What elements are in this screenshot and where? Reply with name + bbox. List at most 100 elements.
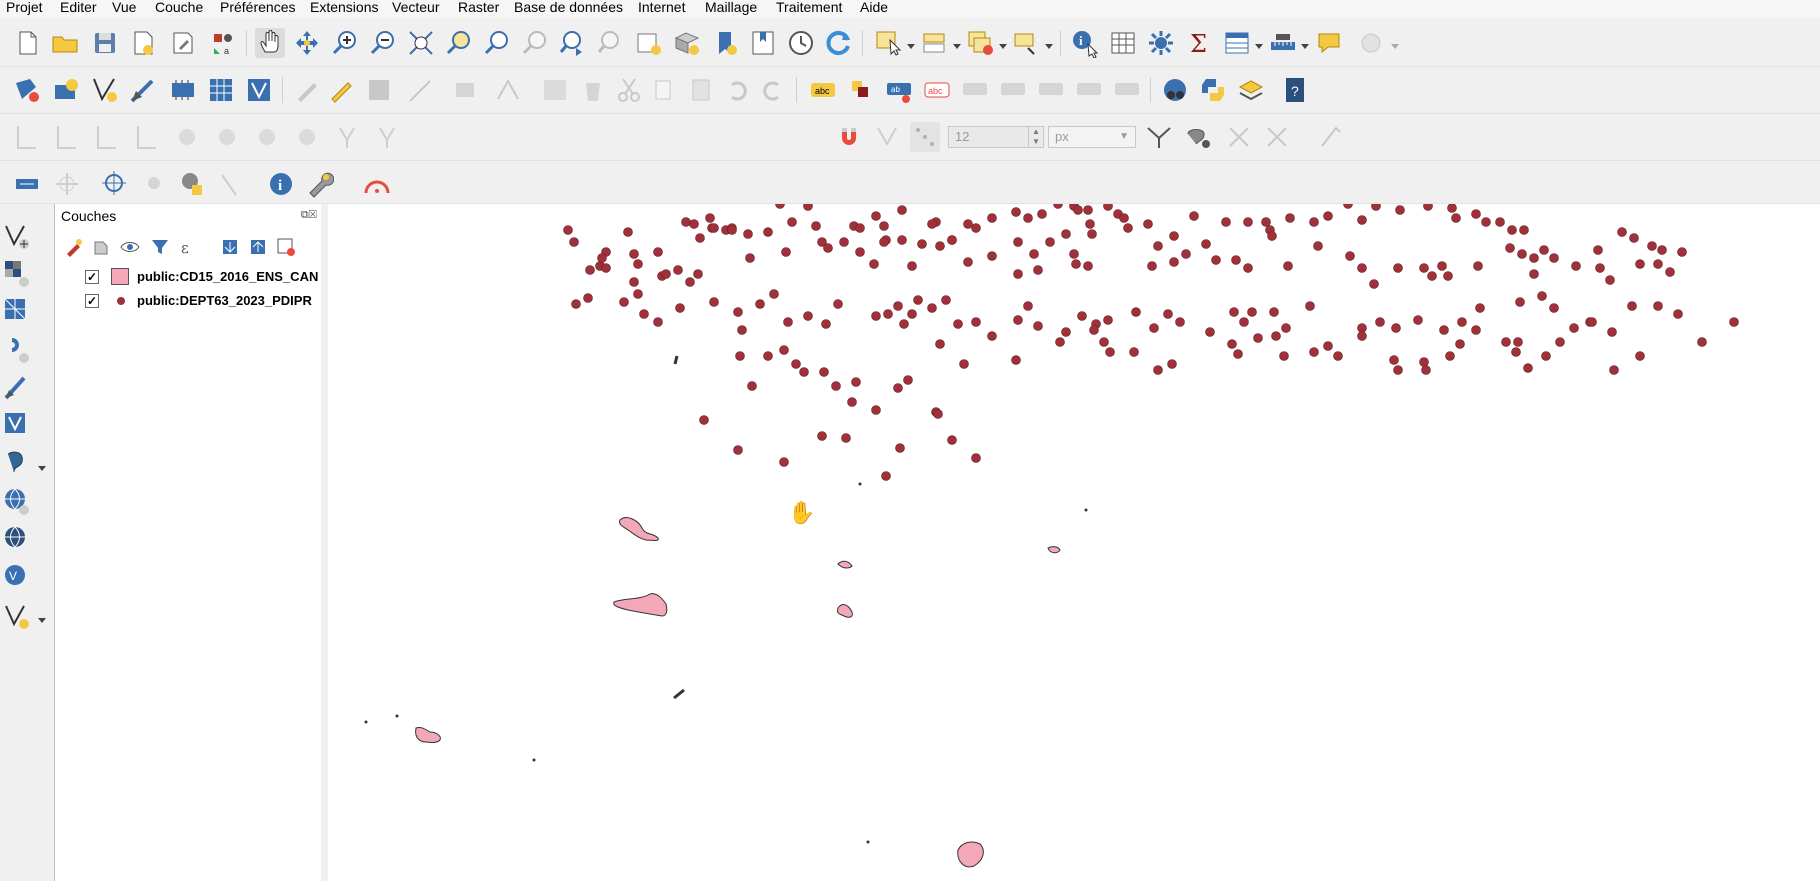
undo-icon[interactable] [722, 75, 752, 105]
point-feature[interactable] [831, 381, 841, 391]
style-panel-icon[interactable] [63, 236, 85, 258]
point-feature[interactable] [935, 241, 945, 251]
point-feature[interactable] [1153, 241, 1163, 251]
add-point-icon[interactable] [140, 169, 170, 199]
point-feature[interactable] [1419, 263, 1429, 273]
point-feature[interactable] [1323, 211, 1333, 221]
select-by-value-dropdown-icon[interactable] [952, 38, 962, 49]
point-feature[interactable] [791, 359, 801, 369]
open-attribute-table-icon[interactable] [1222, 28, 1252, 58]
point-feature[interactable] [1357, 323, 1367, 333]
point-feature[interactable] [1089, 325, 1099, 335]
point-feature[interactable] [847, 397, 857, 407]
advanced-digitize-6-icon[interactable] [212, 122, 242, 152]
open-project-icon[interactable] [50, 28, 80, 58]
zoom-native-icon[interactable] [520, 28, 550, 58]
point-feature[interactable] [1143, 219, 1153, 229]
zoom-to-selection-icon[interactable] [444, 28, 474, 58]
point-feature[interactable] [763, 227, 773, 237]
point-feature[interactable] [1221, 217, 1231, 227]
point-feature[interactable] [1167, 359, 1177, 369]
point-feature[interactable] [1229, 307, 1239, 317]
label-color-icon[interactable] [846, 75, 876, 105]
point-feature[interactable] [1123, 223, 1133, 233]
move-tool-icon[interactable] [12, 169, 42, 199]
refresh-icon[interactable] [824, 28, 854, 58]
point-feature[interactable] [1083, 205, 1093, 215]
filter-expression-icon[interactable]: ε [179, 236, 201, 258]
point-feature[interactable] [1607, 327, 1617, 337]
point-feature[interactable] [855, 247, 865, 257]
point-feature[interactable] [1395, 205, 1405, 215]
add-wfs-icon[interactable] [2, 524, 32, 554]
point-feature[interactable] [903, 375, 913, 385]
topological-editing-icon[interactable] [1144, 122, 1174, 152]
new-project-icon[interactable] [12, 28, 42, 58]
measure-dropdown-icon[interactable] [1300, 38, 1310, 49]
point-feature[interactable] [1635, 351, 1645, 361]
point-feature[interactable] [733, 307, 743, 317]
point-feature[interactable] [1539, 245, 1549, 255]
point-feature[interactable] [1013, 315, 1023, 325]
snap-to-vertex-icon[interactable] [872, 122, 902, 152]
menu-extensions[interactable]: Extensions [310, 0, 378, 14]
show-bookmarks-icon[interactable] [748, 28, 778, 58]
python-console-icon[interactable] [1198, 75, 1228, 105]
point-feature[interactable] [571, 299, 581, 309]
point-feature[interactable] [1393, 365, 1403, 375]
point-feature[interactable] [839, 237, 849, 247]
point-feature[interactable] [927, 303, 937, 313]
point-feature[interactable] [799, 367, 809, 377]
point-feature[interactable] [1061, 327, 1071, 337]
zoom-out-icon[interactable] [368, 28, 398, 58]
add-virtual-layer-icon[interactable] [2, 410, 32, 440]
point-feature[interactable] [1285, 213, 1295, 223]
snap-unit-select[interactable]: px ▼ [1048, 126, 1136, 148]
point-feature[interactable] [781, 247, 791, 257]
point-feature[interactable] [733, 445, 743, 455]
point-feature[interactable] [971, 453, 981, 463]
node-tool-icon[interactable] [494, 75, 524, 105]
add-wms-icon[interactable] [2, 486, 32, 516]
point-feature[interactable] [1211, 255, 1221, 265]
point-feature[interactable] [1169, 257, 1179, 267]
pin-labels-icon[interactable]: ab [884, 75, 914, 105]
point-feature[interactable] [1605, 275, 1615, 285]
advanced-digitize-3-icon[interactable] [92, 122, 122, 152]
point-feature[interactable] [705, 213, 715, 223]
zoom-last-icon[interactable] [558, 28, 588, 58]
point-feature[interactable] [895, 443, 905, 453]
add-delimited-text-icon[interactable] [2, 334, 32, 364]
point-feature[interactable] [1537, 291, 1547, 301]
point-feature[interactable] [881, 471, 891, 481]
point-feature[interactable] [745, 253, 755, 263]
zoom-next-icon[interactable] [596, 28, 626, 58]
zoom-to-layer-icon[interactable] [482, 28, 512, 58]
identify-icon[interactable]: i [1070, 28, 1100, 58]
point-feature[interactable] [1427, 271, 1437, 281]
tracing-icon[interactable] [1262, 122, 1292, 152]
add-vector-layer-icon[interactable] [2, 220, 32, 250]
point-feature[interactable] [699, 415, 709, 425]
point-feature[interactable] [1665, 267, 1675, 277]
menu-maillage[interactable]: Maillage [705, 0, 757, 14]
deselect-icon[interactable] [966, 28, 996, 58]
point-feature[interactable] [639, 309, 649, 319]
menu-couche[interactable]: Couche [155, 0, 203, 14]
menu-base-de-donnees[interactable]: Base de données [514, 0, 623, 14]
point-feature[interactable] [1523, 363, 1533, 373]
point-feature[interactable] [1481, 217, 1491, 227]
georeferencer-icon[interactable] [1160, 75, 1190, 105]
processing-toolbox-icon[interactable] [1146, 28, 1176, 58]
shape-tool-icon[interactable] [178, 169, 208, 199]
menu-projet[interactable]: Projet [6, 0, 43, 14]
point-feature[interactable] [1077, 311, 1087, 321]
point-feature[interactable] [1239, 317, 1249, 327]
wrench-icon[interactable] [304, 169, 334, 199]
cut-icon[interactable] [614, 75, 644, 105]
point-feature[interactable] [1029, 249, 1039, 259]
temporal-controller-icon[interactable] [786, 28, 816, 58]
point-feature[interactable] [1201, 239, 1211, 249]
point-feature[interactable] [727, 225, 737, 235]
save-project-icon[interactable] [90, 28, 120, 58]
